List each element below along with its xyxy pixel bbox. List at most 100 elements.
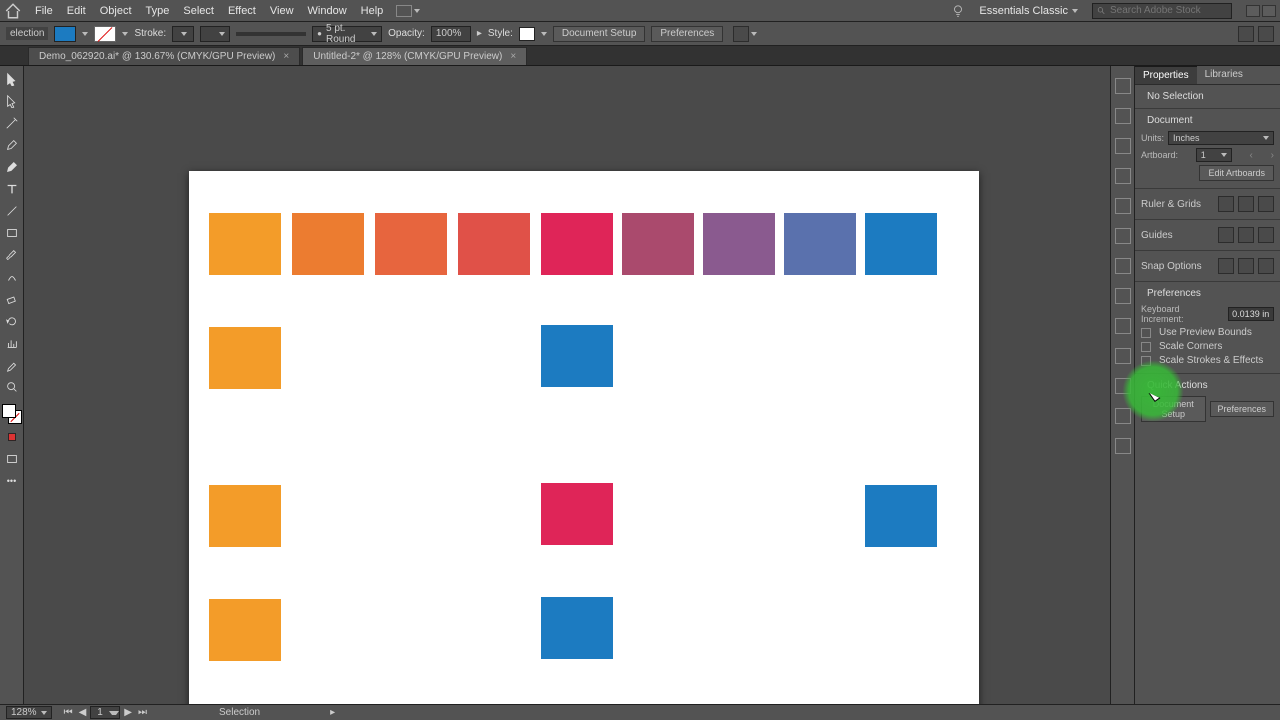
color-swatch-square[interactable]	[209, 213, 281, 275]
close-icon[interactable]: ×	[283, 51, 289, 62]
nav-next-icon[interactable]: ▶	[122, 707, 134, 718]
quick-document-setup-button[interactable]: Document Setup	[1141, 396, 1206, 422]
color-swatch-square[interactable]	[541, 597, 613, 659]
layout-icon-a[interactable]	[1238, 26, 1254, 42]
color-guide-panel-icon[interactable]	[1115, 108, 1131, 124]
close-icon[interactable]: ×	[510, 51, 516, 62]
rectangle-tool[interactable]	[2, 224, 22, 242]
stroke-panel-icon[interactable]	[1115, 228, 1131, 244]
scale-strokes-checkbox[interactable]	[1141, 356, 1151, 366]
arrange-docs-icon[interactable]	[396, 5, 412, 17]
asset-export-panel-icon[interactable]	[1115, 408, 1131, 424]
stroke-swatch[interactable]	[94, 26, 116, 42]
eyedropper-tool[interactable]	[2, 356, 22, 374]
doc-tab-0[interactable]: Demo_062920.ai* @ 130.67% (CMYK/GPU Prev…	[28, 47, 300, 65]
layout-icon-b[interactable]	[1258, 26, 1274, 42]
var-width-profile[interactable]	[200, 26, 230, 42]
type-tool[interactable]	[2, 180, 22, 198]
menu-view[interactable]: View	[263, 5, 301, 17]
maximize-button[interactable]	[1262, 5, 1276, 17]
menu-object[interactable]: Object	[93, 5, 139, 17]
nav-prev-icon[interactable]: ◀	[77, 707, 89, 718]
units-select[interactable]: Inches	[1168, 131, 1274, 145]
home-icon[interactable]	[4, 2, 22, 20]
stock-search-input[interactable]	[1110, 5, 1227, 16]
brush-definition[interactable]: ●5 pt. Round	[312, 26, 382, 42]
artboard-navigation[interactable]: ⏮ ◀ 1 ▶ ⏭	[62, 706, 149, 719]
color-swatch-square[interactable]	[541, 483, 613, 545]
artboard-select[interactable]: 1	[1196, 148, 1232, 162]
use-preview-bounds-checkbox[interactable]	[1141, 328, 1151, 338]
transparency-grid-icon[interactable]	[1258, 196, 1274, 212]
color-swatch-square[interactable]	[541, 325, 613, 387]
color-swatch-square[interactable]	[703, 213, 775, 275]
rotate-tool[interactable]	[2, 312, 22, 330]
menu-effect[interactable]: Effect	[221, 5, 263, 17]
screen-mode[interactable]	[2, 450, 22, 468]
zoom-level[interactable]: 128%	[6, 706, 52, 719]
shaper-tool[interactable]	[2, 268, 22, 286]
fill-swatch[interactable]	[54, 26, 76, 42]
brush-preview[interactable]	[236, 32, 306, 36]
graphic-styles-panel-icon[interactable]	[1115, 348, 1131, 364]
color-swatch-square[interactable]	[865, 213, 937, 275]
guides-lock-icon[interactable]	[1238, 227, 1254, 243]
edit-toolbar[interactable]: •••	[2, 472, 22, 490]
align-menu-icon[interactable]	[733, 26, 749, 42]
line-tool[interactable]	[2, 202, 22, 220]
keyboard-increment-input[interactable]: 0.0139 in	[1228, 307, 1274, 321]
stroke-weight[interactable]	[172, 26, 194, 42]
nav-last-icon[interactable]: ⏭	[136, 707, 149, 718]
fill-stroke-indicator[interactable]	[2, 404, 22, 424]
color-swatch-square[interactable]	[209, 327, 281, 389]
swatches-panel-icon[interactable]	[1115, 138, 1131, 154]
artboard-next[interactable]: ›	[1271, 150, 1274, 161]
color-swatch-square[interactable]	[209, 599, 281, 661]
brushes-panel-icon[interactable]	[1115, 168, 1131, 184]
nav-first-icon[interactable]: ⏮	[62, 707, 75, 718]
edit-artboards-button[interactable]: Edit Artboards	[1199, 165, 1274, 181]
graph-tool[interactable]	[2, 334, 22, 352]
opacity-menu[interactable]: ▸	[477, 28, 482, 39]
guides-show-icon[interactable]	[1218, 227, 1234, 243]
zoom-tool[interactable]	[2, 378, 22, 396]
menu-window[interactable]: Window	[301, 5, 354, 17]
color-swatch-square[interactable]	[209, 485, 281, 547]
status-menu-icon[interactable]: ▸	[330, 707, 335, 718]
opacity-field[interactable]: 100%	[431, 26, 471, 42]
eraser-tool[interactable]	[2, 290, 22, 308]
snap-point-icon[interactable]	[1218, 258, 1234, 274]
menu-help[interactable]: Help	[354, 5, 391, 17]
doc-tab-1[interactable]: Untitled-2* @ 128% (CMYK/GPU Preview) ×	[302, 47, 527, 65]
smart-guides-icon[interactable]	[1258, 227, 1274, 243]
lightbulb-icon[interactable]	[951, 4, 965, 18]
paintbrush-tool[interactable]	[2, 246, 22, 264]
tab-libraries[interactable]: Libraries	[1197, 66, 1251, 84]
selection-tool[interactable]	[2, 70, 22, 88]
canvas[interactable]	[24, 66, 1110, 704]
snap-pixel-icon[interactable]	[1258, 258, 1274, 274]
appearance-panel-icon[interactable]	[1115, 318, 1131, 334]
menu-select[interactable]: Select	[176, 5, 221, 17]
symbols-panel-icon[interactable]	[1115, 198, 1131, 214]
curvature-tool[interactable]	[2, 158, 22, 176]
menu-edit[interactable]: Edit	[60, 5, 93, 17]
preferences-button[interactable]: Preferences	[651, 26, 723, 42]
color-swatch-square[interactable]	[292, 213, 364, 275]
workspace-switcher[interactable]: Essentials Classic	[973, 5, 1084, 17]
artboard[interactable]	[189, 171, 979, 704]
color-swatch-square[interactable]	[458, 213, 530, 275]
gradient-panel-icon[interactable]	[1115, 258, 1131, 274]
color-swatch-square[interactable]	[622, 213, 694, 275]
minimize-button[interactable]	[1246, 5, 1260, 17]
graphic-style-swatch[interactable]	[519, 27, 535, 41]
magic-wand-tool[interactable]	[2, 114, 22, 132]
menu-type[interactable]: Type	[139, 5, 177, 17]
menu-file[interactable]: File	[28, 5, 60, 17]
grid-icon[interactable]	[1238, 196, 1254, 212]
stock-search[interactable]	[1092, 3, 1232, 19]
color-swatch-square[interactable]	[541, 213, 613, 275]
pen-tool[interactable]	[2, 136, 22, 154]
color-panel-icon[interactable]	[1115, 78, 1131, 94]
direct-selection-tool[interactable]	[2, 92, 22, 110]
